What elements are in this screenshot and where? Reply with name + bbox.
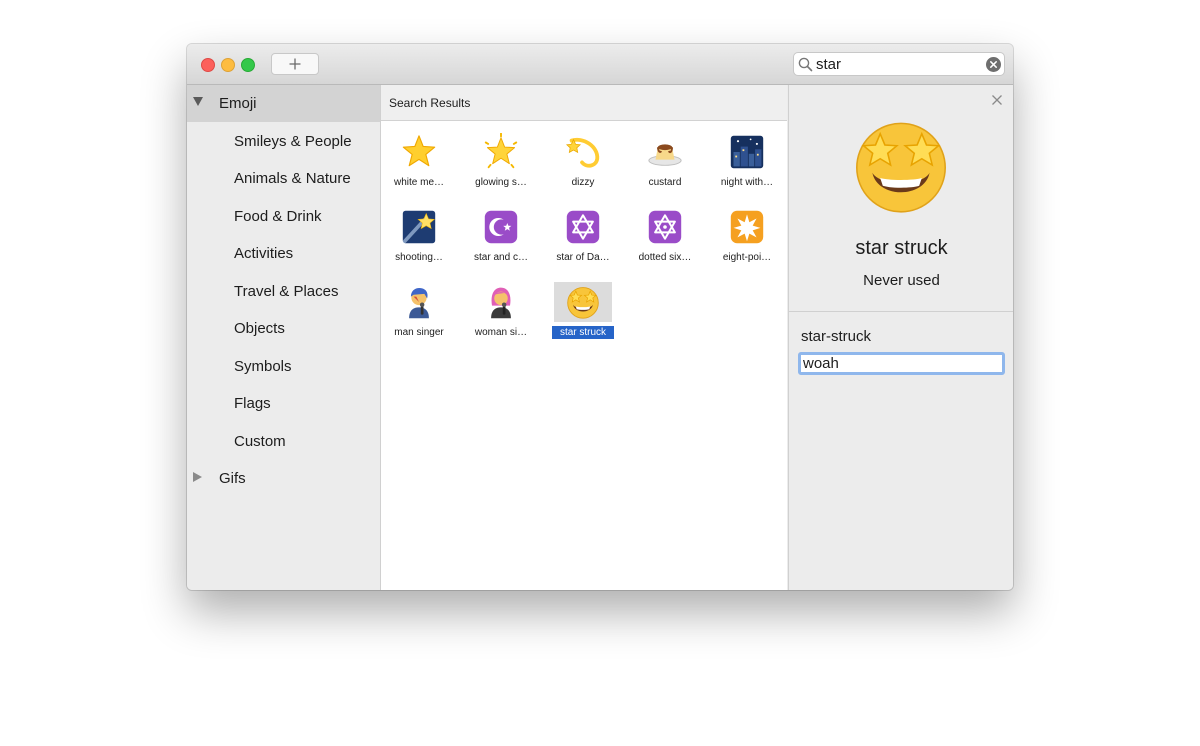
white-medium-star-icon — [390, 132, 448, 172]
dizzy-icon — [554, 132, 612, 172]
emoji-label: dizzy — [571, 177, 595, 188]
emoji-label: white me… — [393, 177, 444, 188]
disclosure-right-icon[interactable] — [193, 472, 202, 482]
results-header: Search Results — [381, 85, 787, 121]
sidebar-item-label: Food & Drink — [234, 208, 322, 225]
dotted-six-pointed-star-icon — [636, 207, 694, 247]
sidebar-item-label: Custom — [234, 433, 286, 450]
sidebar-item-flags[interactable]: Flags — [187, 385, 380, 422]
emoji-cell[interactable]: white me… — [388, 131, 450, 193]
search-field[interactable] — [793, 52, 1005, 76]
zoom-window-button[interactable] — [241, 58, 255, 72]
emoji-cell[interactable]: star and c… — [470, 206, 532, 268]
search-input[interactable] — [816, 55, 981, 73]
emoji-label: star struck — [552, 326, 614, 339]
emoji-label: star and c… — [474, 252, 528, 263]
emoji-label: woman si… — [474, 327, 528, 338]
emoji-shortname: star-struck — [801, 328, 872, 345]
emoji-cell[interactable]: eight-poi… — [716, 206, 778, 268]
custard-icon — [636, 132, 694, 172]
sidebar-item-objects[interactable]: Objects — [187, 310, 380, 347]
emoji-label: dotted six… — [638, 252, 692, 263]
close-window-button[interactable] — [201, 58, 215, 72]
clear-search-button[interactable] — [986, 57, 1001, 72]
sidebar-item-travel-places[interactable]: Travel & Places — [187, 273, 380, 310]
man-singer-icon — [390, 282, 448, 322]
sidebar-item-food-drink[interactable]: Food & Drink — [187, 198, 380, 235]
disclosure-down-icon[interactable] — [193, 97, 203, 106]
title-bar — [187, 44, 1013, 85]
glowing-star-icon — [472, 132, 530, 172]
emoji-label: shooting… — [395, 252, 443, 263]
emoji-label: man singer — [394, 327, 444, 338]
emoji-label: night with… — [720, 177, 774, 188]
sidebar-item-activities[interactable]: Activities — [187, 235, 380, 272]
woman-singer-icon — [472, 282, 530, 322]
emoji-cell[interactable]: woman si… — [470, 281, 532, 343]
sidebar-item-label: Flags — [234, 395, 271, 412]
star-of-david-icon — [554, 207, 612, 247]
shooting-star-icon — [390, 207, 448, 247]
sidebar-item-label: Smileys & People — [234, 133, 352, 150]
divider — [789, 311, 1013, 312]
sidebar-group-emoji[interactable]: Emoji — [187, 85, 380, 122]
sidebar-item-label: Travel & Places — [234, 283, 339, 300]
close-icon[interactable] — [992, 95, 1002, 105]
emoji-cell[interactable]: shooting… — [388, 206, 450, 268]
sidebar-item-label: Animals & Nature — [234, 170, 351, 187]
emoji-name: star struck — [855, 237, 948, 259]
star-and-crescent-icon — [472, 207, 530, 247]
emoji-label: custard — [648, 177, 682, 188]
emoji-cell-selected[interactable]: star struck — [552, 281, 614, 343]
emoji-cell[interactable]: dizzy — [552, 131, 614, 193]
search-icon — [798, 57, 813, 72]
sidebar-item-animals-nature[interactable]: Animals & Nature — [187, 160, 380, 197]
plus-icon — [289, 58, 301, 70]
emoji-cell[interactable]: glowing s… — [470, 131, 532, 193]
results-pane: Search Results white me… glowing s… dizz… — [381, 85, 787, 590]
emoji-cell[interactable]: man singer — [388, 281, 450, 343]
clear-icon — [990, 61, 997, 68]
sidebar-item-custom[interactable]: Custom — [187, 423, 380, 460]
emoji-cell[interactable]: custard — [634, 131, 696, 193]
emoji-cell[interactable]: star of Da… — [552, 206, 614, 268]
sidebar-item-label: Activities — [234, 245, 294, 262]
night-with-stars-icon — [718, 132, 776, 172]
sidebar: Emoji Smileys & People Animals & Nature … — [187, 85, 381, 590]
sidebar-group-label: Emoji — [219, 95, 257, 112]
sidebar-item-label: Symbols — [234, 358, 292, 375]
emoji-label: star of Da… — [556, 252, 610, 263]
emoji-label: eight-poi… — [722, 252, 772, 263]
emoji-cell[interactable]: night with… — [716, 131, 778, 193]
sidebar-group-label: Gifs — [219, 470, 246, 487]
keywords-input[interactable] — [798, 352, 1005, 375]
add-button[interactable] — [271, 53, 319, 75]
eight-pointed-star-icon — [718, 207, 776, 247]
sidebar-item-symbols[interactable]: Symbols — [187, 348, 380, 385]
emoji-cell[interactable]: dotted six… — [634, 206, 696, 268]
sidebar-group-gifs[interactable]: Gifs — [187, 460, 380, 497]
star-struck-icon — [554, 282, 612, 322]
sidebar-item-smileys-people[interactable]: Smileys & People — [187, 123, 380, 160]
sidebar-item-label: Objects — [234, 320, 285, 337]
minimize-window-button[interactable] — [221, 58, 235, 72]
emoji-label: glowing s… — [475, 177, 527, 188]
usage-status: Never used — [863, 272, 940, 289]
detail-panel: star struck Never used star-struck — [788, 85, 1013, 590]
emoji-manager-window: Emoji Smileys & People Animals & Nature … — [187, 44, 1013, 590]
star-struck-icon — [856, 122, 946, 213]
